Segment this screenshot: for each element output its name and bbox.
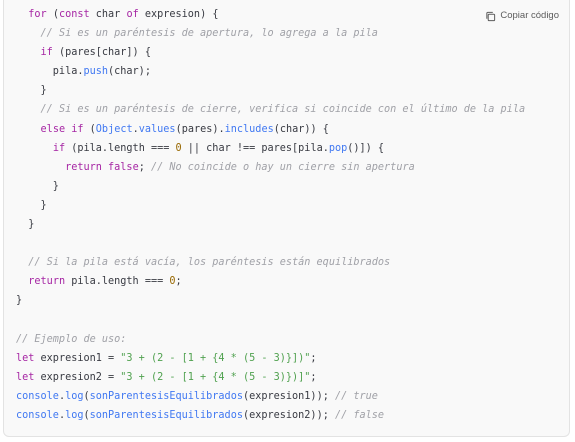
code-token: "3 + (2 - [1 + {4 * (5 - 3)}])" — [120, 352, 311, 364]
code-token: (expresion2)); — [242, 409, 335, 421]
code-line: } — [16, 196, 525, 215]
code-token: // true — [334, 390, 378, 402]
code-token: const — [58, 9, 90, 20]
code-line: } — [16, 81, 525, 100]
code-token: pila. — [16, 66, 84, 78]
code-token: log — [65, 390, 84, 402]
code-token: // Si es un paréntesis de apertura, lo a… — [40, 28, 378, 40]
code-line: } — [16, 215, 525, 234]
code-line: // Si la pila está vacía, los paréntesis… — [16, 253, 525, 272]
code-token: // false — [334, 409, 385, 421]
code-token: ; — [310, 371, 317, 383]
code-token: // Si es un paréntesis de cierre, verifi… — [40, 104, 526, 116]
code-token: } — [16, 219, 35, 231]
code-token: false — [108, 161, 139, 173]
code-token: } — [16, 180, 59, 192]
code-token: // Si la pila está vacía, los paréntesis… — [28, 257, 391, 269]
code-token: expresion1 = — [34, 352, 121, 364]
code-token: // No coincide o hay un cierre sin apert… — [150, 161, 415, 173]
code-token: pop — [328, 142, 348, 154]
code-token: pila.length === — [65, 276, 170, 288]
code-line: // Si es un paréntesis de apertura, lo a… — [16, 24, 525, 43]
code-token: let — [16, 371, 35, 383]
code-line: console.log(sonParentesisEquilibrados(ex… — [16, 406, 525, 425]
code-token: ()]) { — [347, 142, 385, 154]
code-token: (pares). — [175, 123, 225, 135]
code-token: (pila.length === — [65, 142, 176, 154]
code-token: expresion) { — [138, 9, 219, 20]
code-token: return — [65, 161, 102, 173]
code-token: (char); — [108, 66, 151, 78]
code-token: if — [40, 47, 53, 59]
code-token: push — [83, 66, 109, 78]
code-token: console — [16, 409, 59, 421]
code-line: } — [16, 291, 525, 310]
code-token: console — [16, 390, 59, 402]
code-token: || char !== pares[pila. — [181, 142, 329, 154]
code-token: sonParentesisEquilibrados — [89, 390, 243, 402]
code-line: return false; // No coincide o hay un ci… — [16, 158, 525, 177]
code-token: if — [52, 142, 66, 154]
code-token: ; — [310, 352, 317, 364]
code-token: } — [16, 295, 23, 307]
code-token: includes — [224, 123, 274, 135]
code-line: if (pila.length === 0 || char !== pares[… — [16, 139, 525, 158]
code-token: else — [40, 123, 66, 135]
code-token: sonParentesisEquilibrados — [89, 409, 243, 421]
code-token: char — [89, 9, 127, 20]
code-line: } — [16, 177, 525, 196]
code-line: let expresion1 = "3 + (2 - [1 + {4 * (5 … — [16, 349, 525, 368]
code-token: let — [16, 352, 35, 364]
code-token: "3 + (2 - [1 + {4 * (5 - 3)})]" — [120, 371, 311, 383]
code-line: return pila.length === 0; — [16, 272, 525, 291]
code-token: log — [65, 409, 84, 421]
code-token: (char)) { — [273, 123, 329, 135]
code-token: values — [138, 123, 176, 135]
code-line: pila.push(char); — [16, 62, 525, 81]
code-token: } — [16, 85, 47, 97]
code-token: return — [28, 276, 66, 288]
code-line: let expresion2 = "3 + (2 - [1 + {4 * (5 … — [16, 368, 525, 387]
code-line: // Ejemplo de uso: — [16, 330, 525, 349]
code-content: for (const char of expresion) { // Si es… — [16, 5, 525, 425]
code-token: ( — [46, 9, 59, 20]
code-block: Copiar código for (const char of expresi… — [3, 0, 570, 437]
code-token: ; — [175, 276, 182, 288]
code-line: console.log(sonParentesisEquilibrados(ex… — [16, 387, 525, 406]
code-token: (expresion1)); — [242, 390, 335, 402]
code-line: if (pares[char]) { — [16, 43, 525, 62]
code-token: of — [126, 9, 139, 20]
code-token: ( — [83, 123, 96, 135]
code-token: Object — [95, 123, 133, 135]
code-line: // Si es un paréntesis de cierre, verifi… — [16, 100, 526, 119]
code-token: } — [16, 199, 47, 211]
code-token: for — [28, 9, 47, 20]
code-token: // Ejemplo de uso: — [16, 333, 127, 345]
code-line: else if (Object.values(pares).includes(c… — [16, 120, 525, 139]
code-token: (pares[char]) { — [52, 47, 151, 59]
code-line: for (const char of expresion) { — [16, 5, 525, 24]
code-token: if — [71, 123, 84, 135]
code-token: ; — [138, 161, 151, 173]
code-token: expresion2 = — [34, 371, 121, 383]
